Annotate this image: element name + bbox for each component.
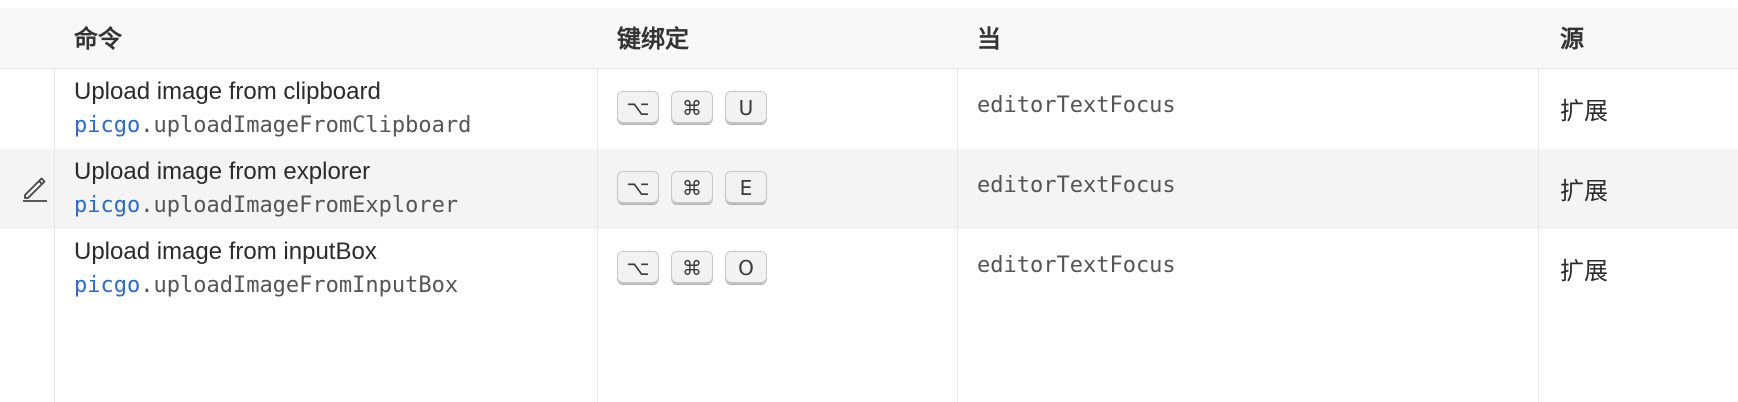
letter-key: U xyxy=(725,91,767,125)
keybindings-table: 命令 键绑定 当 源 Upload image from clipboard p… xyxy=(0,0,1738,402)
command-namespace: picgo xyxy=(74,273,141,298)
source-label: 扩展 xyxy=(1560,97,1608,125)
letter-key: E xyxy=(725,171,767,205)
when-clause: editorTextFocus xyxy=(977,173,1176,198)
keybinding-keys: ⌥ ⌘ U xyxy=(617,91,767,125)
pencil-icon[interactable] xyxy=(20,173,50,203)
table-row[interactable]: Upload image from explorer picgo.uploadI… xyxy=(0,149,1738,229)
command-namespace: picgo xyxy=(74,193,141,218)
header-when[interactable]: 当 xyxy=(977,8,1001,68)
column-divider[interactable] xyxy=(597,68,598,402)
command-key: ⌘ xyxy=(671,171,713,205)
command-id: picgo.uploadImageFromClipboard xyxy=(74,113,471,138)
table-row[interactable]: Upload image from clipboard picgo.upload… xyxy=(0,69,1738,149)
command-title: Upload image from clipboard xyxy=(74,78,381,105)
edit-cell[interactable] xyxy=(0,149,54,229)
keybinding-keys: ⌥ ⌘ E xyxy=(617,171,767,205)
option-key: ⌥ xyxy=(617,251,659,285)
keybinding-keys: ⌥ ⌘ O xyxy=(617,251,767,285)
command-key: ⌘ xyxy=(671,91,713,125)
command-namespace: picgo xyxy=(74,113,141,138)
command-suffix: .uploadImageFromExplorer xyxy=(140,193,459,218)
header-source[interactable]: 源 xyxy=(1560,8,1584,68)
edit-cell[interactable] xyxy=(0,229,54,309)
command-suffix: .uploadImageFromInputBox xyxy=(140,273,459,298)
column-divider[interactable] xyxy=(54,68,55,402)
column-divider[interactable] xyxy=(1538,68,1539,402)
command-key: ⌘ xyxy=(671,251,713,285)
table-row[interactable]: Upload image from inputBox picgo.uploadI… xyxy=(0,229,1738,309)
header-command[interactable]: 命令 xyxy=(74,8,122,68)
column-divider[interactable] xyxy=(957,68,958,402)
option-key: ⌥ xyxy=(617,171,659,205)
command-id: picgo.uploadImageFromExplorer xyxy=(74,193,458,218)
when-clause: editorTextFocus xyxy=(977,93,1176,118)
when-clause: editorTextFocus xyxy=(977,253,1176,278)
command-suffix: .uploadImageFromClipboard xyxy=(140,113,472,138)
letter-key: O xyxy=(725,251,767,285)
edit-cell[interactable] xyxy=(0,69,54,149)
command-title: Upload image from explorer xyxy=(74,158,371,185)
source-label: 扩展 xyxy=(1560,177,1608,205)
option-key: ⌥ xyxy=(617,91,659,125)
header-keybinding[interactable]: 键绑定 xyxy=(617,8,689,68)
table-header: 命令 键绑定 当 源 xyxy=(0,8,1738,69)
command-title: Upload image from inputBox xyxy=(74,238,377,265)
source-label: 扩展 xyxy=(1560,257,1608,285)
command-id: picgo.uploadImageFromInputBox xyxy=(74,273,458,298)
